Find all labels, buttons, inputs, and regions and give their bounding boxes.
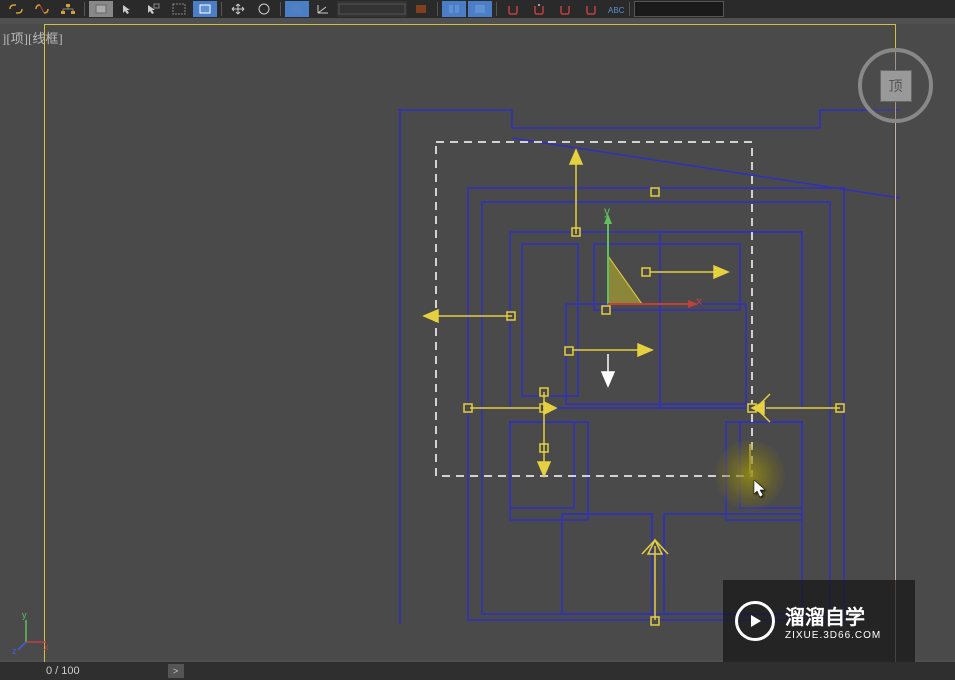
render-preset-icon[interactable] <box>337 1 407 17</box>
timeline-frame-display: 0 / 100 <box>46 665 80 677</box>
main-toolbar: ABC <box>0 0 955 18</box>
transform-gizmo <box>604 214 698 308</box>
select-by-name-icon[interactable] <box>141 1 165 17</box>
toolbar-separator <box>629 2 630 16</box>
select-region-icon[interactable] <box>167 1 191 17</box>
gizmo-x-label: x <box>696 294 702 308</box>
gizmo-y-label: y <box>604 204 610 218</box>
toolbar-separator <box>437 2 438 16</box>
toolbar-separator <box>280 2 281 16</box>
color-icon[interactable] <box>409 1 433 17</box>
window-crossing-icon[interactable] <box>193 1 217 17</box>
viewcube-top-face[interactable]: 顶 <box>880 70 912 102</box>
angle-snap-icon[interactable] <box>311 1 335 17</box>
hierarchy-icon[interactable] <box>56 1 80 17</box>
align-icon[interactable] <box>468 1 492 17</box>
cursor-icon[interactable] <box>115 1 139 17</box>
timeline-bar: 0 / 100 > <box>0 662 955 680</box>
viewport-drawing <box>0 24 955 664</box>
toolbar-separator <box>221 2 222 16</box>
unlink-icon[interactable] <box>30 1 54 17</box>
toolbar-separator <box>496 2 497 16</box>
axis-x-label: x <box>44 642 48 652</box>
select-object-icon[interactable] <box>89 1 113 17</box>
named-selection-input[interactable] <box>634 1 724 17</box>
viewcube-ring[interactable]: 顶 <box>858 48 933 123</box>
angle-snap-toggle-icon[interactable] <box>527 1 551 17</box>
timeline-next-button[interactable]: > <box>168 664 184 678</box>
link-icon[interactable] <box>4 1 28 17</box>
watermark: 溜溜自学 ZIXUE.3D66.COM <box>723 580 915 662</box>
axis-z-label: z <box>12 646 17 654</box>
toolbar-separator <box>84 2 85 16</box>
percent-snap-icon[interactable] <box>553 1 577 17</box>
axis-y-label: y <box>22 612 27 620</box>
viewcube[interactable]: 顶 <box>858 48 933 123</box>
spinner-snap-icon[interactable] <box>579 1 603 17</box>
snap-text-icon[interactable]: ABC <box>605 1 625 17</box>
watermark-url: ZIXUE.3D66.COM <box>785 630 881 641</box>
svg-text:ABC: ABC <box>608 6 624 15</box>
rotate-icon[interactable] <box>252 1 276 17</box>
reference-coord-icon[interactable] <box>285 1 309 17</box>
watermark-title: 溜溜自学 <box>785 601 881 630</box>
snap-toggle-icon[interactable] <box>501 1 525 17</box>
mirror-icon[interactable] <box>442 1 466 17</box>
play-icon <box>735 601 775 641</box>
move-icon[interactable] <box>226 1 250 17</box>
world-axis-indicator: y x z <box>12 612 42 652</box>
